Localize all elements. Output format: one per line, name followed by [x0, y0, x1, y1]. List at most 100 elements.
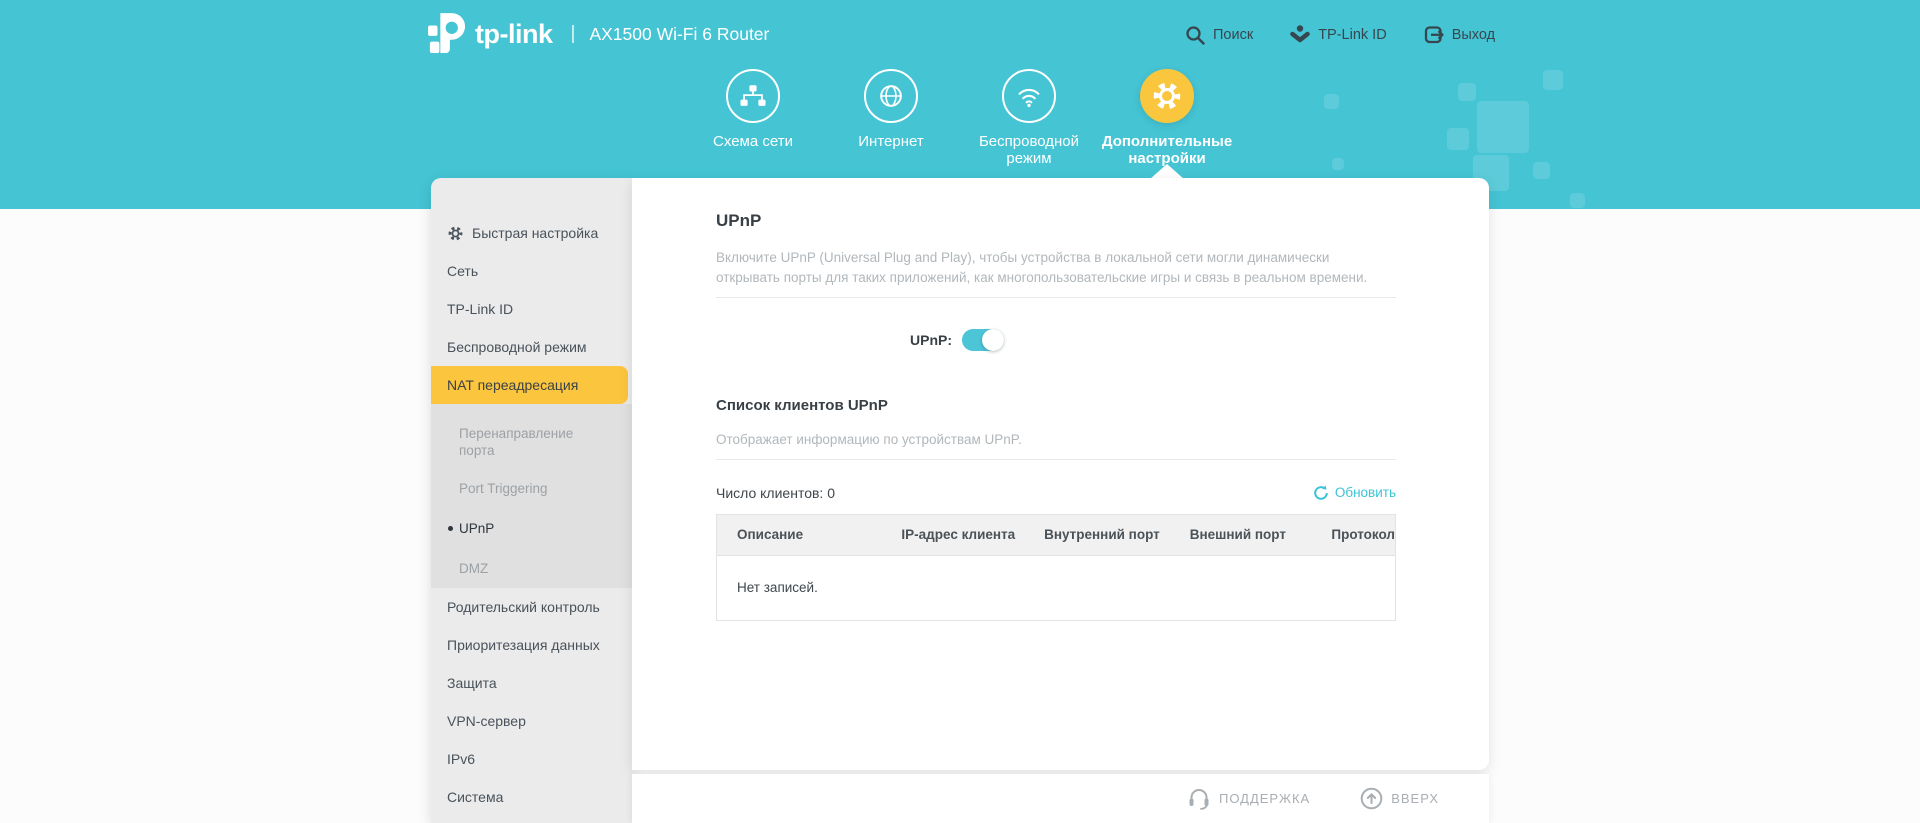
submenu-item-dmz[interactable]: DMZ [431, 548, 632, 588]
nat-submenu: Перенаправление порта Port Triggering UP… [431, 404, 632, 588]
column-header-external-port: Внешний порт [1170, 527, 1312, 542]
refresh-button[interactable]: Обновить [1313, 485, 1396, 501]
decor-square [1324, 94, 1339, 109]
tplink-id-button[interactable]: TP-Link ID [1289, 24, 1387, 46]
main-panel: UPnP Включите UPnP (Universal Plug and P… [632, 178, 1489, 770]
tab-network-map[interactable]: Схема сети [684, 69, 822, 167]
sidebar-item-quick-setup[interactable]: Быстрая настройка [431, 214, 632, 252]
upnp-title: UPnP [716, 211, 1396, 231]
decor-square [1570, 193, 1585, 208]
refresh-icon [1313, 485, 1329, 501]
wifi-icon [1002, 69, 1056, 123]
divider [716, 297, 1396, 298]
sidebar-item-system[interactable]: Система [431, 778, 632, 816]
decor-square [1332, 158, 1344, 170]
topbar: tp-link | AX1500 Wi-Fi 6 Router [428, 10, 769, 58]
back-to-top-button[interactable]: ВВЕРХ [1360, 787, 1439, 810]
sidebar-item-label: Приоритезация данных [447, 637, 600, 653]
network-map-icon [726, 69, 780, 123]
sidebar-item-tplink-id[interactable]: TP-Link ID [431, 290, 632, 328]
sidebar-item-nat-forwarding[interactable]: NAT переадресация [431, 366, 628, 404]
sidebar-item-qos[interactable]: Приоритезация данных [431, 626, 632, 664]
active-tab-pointer [1150, 164, 1184, 179]
router-admin-page: tp-link | AX1500 Wi-Fi 6 Router Поиск [0, 0, 1920, 823]
submenu-item-upnp[interactable]: UPnP [431, 508, 632, 548]
decor-square [1477, 101, 1529, 153]
sidebar-item-label: Система [447, 789, 503, 805]
tplink-id-icon [1289, 24, 1311, 46]
support-label: ПОДДЕРЖКА [1219, 791, 1310, 806]
sidebar-item-label: Защита [447, 675, 497, 691]
clients-list-title: Список клиентов UPnP [716, 397, 1396, 414]
tab-label: Беспроводной режим [960, 133, 1098, 167]
decor-square [1447, 128, 1469, 150]
logout-label: Выход [1452, 27, 1495, 43]
submenu-item-label: Перенаправление порта [459, 425, 591, 459]
upnp-toggle[interactable] [962, 329, 1004, 351]
submenu-item-label: UPnP [459, 520, 494, 537]
tab-label: Дополнительные настройки [1098, 133, 1236, 167]
sidebar-item-label: TP-Link ID [447, 301, 513, 317]
tplink-logo-icon [428, 12, 466, 56]
column-header-internal-port: Внутренний порт [1024, 527, 1170, 542]
submenu-item-port-forwarding[interactable]: Перенаправление порта [431, 416, 632, 468]
table-header-row: Описание IP-адрес клиента Внутренний пор… [717, 515, 1395, 555]
sidebar-item-label: Быстрая настройка [472, 225, 598, 241]
sidebar-item-label: VPN-сервер [447, 713, 526, 729]
submenu-item-label: DMZ [459, 560, 488, 577]
tab-label: Схема сети [713, 133, 793, 150]
sidebar-item-wireless[interactable]: Беспроводной режим [431, 328, 632, 366]
column-header-protocol: Протокол [1311, 527, 1395, 542]
search-label: Поиск [1213, 27, 1253, 43]
sidebar-item-label: NAT переадресация [447, 377, 578, 393]
sidebar-item-parental-controls[interactable]: Родительский контроль [431, 588, 632, 626]
logout-button[interactable]: Выход [1423, 24, 1495, 46]
empty-table-text: Нет записей. [717, 580, 818, 595]
upnp-toggle-row: UPnP: [716, 329, 1396, 351]
sidebar-item-security[interactable]: Защита [431, 664, 632, 702]
sidebar-item-ipv6[interactable]: IPv6 [431, 740, 632, 778]
decor-square [1533, 162, 1550, 179]
clients-count: Число клиентов: 0 [716, 485, 835, 501]
headset-icon [1187, 787, 1211, 811]
divider [716, 459, 1396, 460]
submenu-item-label: Port Triggering [459, 480, 548, 497]
tab-label: Интернет [858, 133, 923, 150]
clients-count-row: Число клиентов: 0 Обновить [716, 485, 1396, 501]
search-button[interactable]: Поиск [1185, 25, 1253, 46]
main-nav: Схема сети Интернет [684, 69, 1236, 167]
upnp-clients-table: Описание IP-адрес клиента Внутренний пор… [716, 514, 1396, 621]
refresh-label: Обновить [1335, 485, 1396, 500]
submenu-item-port-triggering[interactable]: Port Triggering [431, 468, 632, 508]
sidebar-item-label: Сеть [447, 263, 478, 279]
sidebar-item-label: IPv6 [447, 751, 475, 767]
globe-icon [864, 69, 918, 123]
support-button[interactable]: ПОДДЕРЖКА [1187, 787, 1310, 811]
tab-internet[interactable]: Интернет [822, 69, 960, 167]
brand-wordmark: tp-link [475, 19, 553, 50]
tab-advanced-settings[interactable]: Дополнительные настройки [1098, 69, 1236, 167]
clients-list-description: Отображает информацию по устройствам UPn… [716, 430, 1396, 450]
tplink-id-label: TP-Link ID [1318, 27, 1387, 43]
sidebar-item-network[interactable]: Сеть [431, 252, 632, 290]
upnp-description: Включите UPnP (Universal Plug and Play),… [716, 248, 1396, 288]
sidebar: Быстрая настройка Сеть TP-Link ID Беспро… [431, 178, 632, 823]
column-header-client-ip: IP-адрес клиента [881, 527, 1024, 542]
sidebar-item-label: Беспроводной режим [447, 339, 587, 355]
upnp-toggle-label: UPnP: [716, 332, 962, 348]
column-header-description: Описание [717, 527, 881, 542]
topbar-actions: Поиск TP-Link ID [1185, 22, 1495, 48]
sidebar-item-vpn-server[interactable]: VPN-сервер [431, 702, 632, 740]
model-title: AX1500 Wi-Fi 6 Router [589, 24, 769, 45]
logout-icon [1423, 24, 1445, 46]
tab-wireless[interactable]: Беспроводной режим [960, 69, 1098, 167]
decor-square [1458, 83, 1476, 101]
table-empty-row: Нет записей. [717, 555, 1395, 620]
quick-setup-gear-icon [447, 225, 464, 242]
toggle-knob [982, 329, 1004, 351]
topbar-divider: | [571, 23, 576, 45]
back-to-top-label: ВВЕРХ [1391, 791, 1439, 806]
active-item-dot [448, 526, 453, 531]
sidebar-item-label: Родительский контроль [447, 599, 600, 615]
decor-square [1543, 70, 1563, 90]
